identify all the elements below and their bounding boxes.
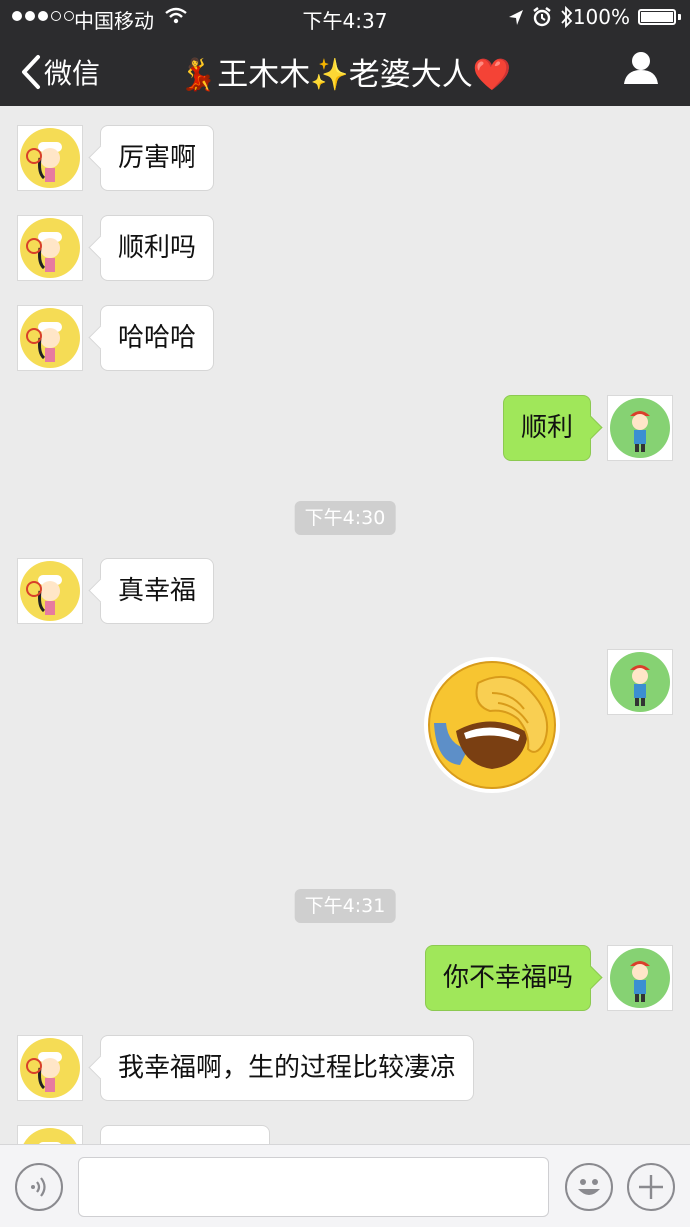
battery-icon — [638, 9, 676, 25]
message-bubble[interactable]: 真幸福 — [100, 558, 215, 624]
contact-avatar[interactable] — [17, 215, 83, 281]
message-bubble[interactable]: 顺利吗 — [100, 215, 215, 281]
chat-area[interactable]: 厉害啊 顺利吗 哈哈哈 顺利 下午4:30 真幸福 下午4:31 你不幸福吗 我… — [0, 106, 690, 1144]
message-bubble[interactable]: 顺利 — [502, 395, 591, 461]
location-arrow-icon — [508, 8, 524, 32]
contact-avatar[interactable] — [17, 1125, 83, 1144]
timestamp: 下午4:31 — [294, 889, 396, 923]
chat-title: 💃王木木✨老婆大人❤️ — [178, 57, 512, 93]
input-bar — [0, 1144, 690, 1227]
status-bar: 中国移动 下午4:37 100% — [0, 0, 690, 34]
voice-icon — [31, 1177, 46, 1197]
profile-button[interactable] — [622, 50, 660, 90]
battery-tip — [678, 14, 681, 20]
contact-avatar[interactable] — [17, 558, 83, 624]
message-bubble[interactable]: 厉害啊 — [100, 125, 215, 191]
message-input[interactable] — [78, 1157, 549, 1217]
my-avatar[interactable] — [607, 395, 673, 461]
more-button[interactable] — [627, 1163, 675, 1211]
my-avatar[interactable] — [607, 649, 673, 715]
plus-icon — [639, 1175, 663, 1199]
contact-avatar[interactable] — [17, 1035, 83, 1101]
battery-percent: 100% — [572, 5, 630, 29]
message-bubble[interactable]: 你不幸福吗 — [424, 945, 591, 1011]
facepalm-emoji-icon — [424, 657, 560, 793]
message-bubble[interactable]: 我幸福啊，生的过程比较凄凉 — [100, 1035, 475, 1101]
my-avatar[interactable] — [607, 945, 673, 1011]
facepalm-laughing-emoji-sticker[interactable] — [420, 653, 565, 802]
nav-bar: 微信 💃王木木✨老婆大人❤️ — [0, 34, 690, 106]
emoji-button[interactable] — [565, 1163, 613, 1211]
voice-button[interactable] — [15, 1163, 63, 1211]
timestamp: 下午4:30 — [294, 501, 396, 535]
smiley-icon — [578, 1179, 600, 1195]
message-bubble[interactable]: 哈哈哈 — [100, 305, 215, 371]
person-icon — [624, 52, 658, 84]
contact-avatar[interactable] — [17, 125, 83, 191]
alarm-icon — [532, 6, 552, 33]
contact-avatar[interactable] — [17, 305, 83, 371]
message-bubble[interactable] — [100, 1125, 270, 1144]
